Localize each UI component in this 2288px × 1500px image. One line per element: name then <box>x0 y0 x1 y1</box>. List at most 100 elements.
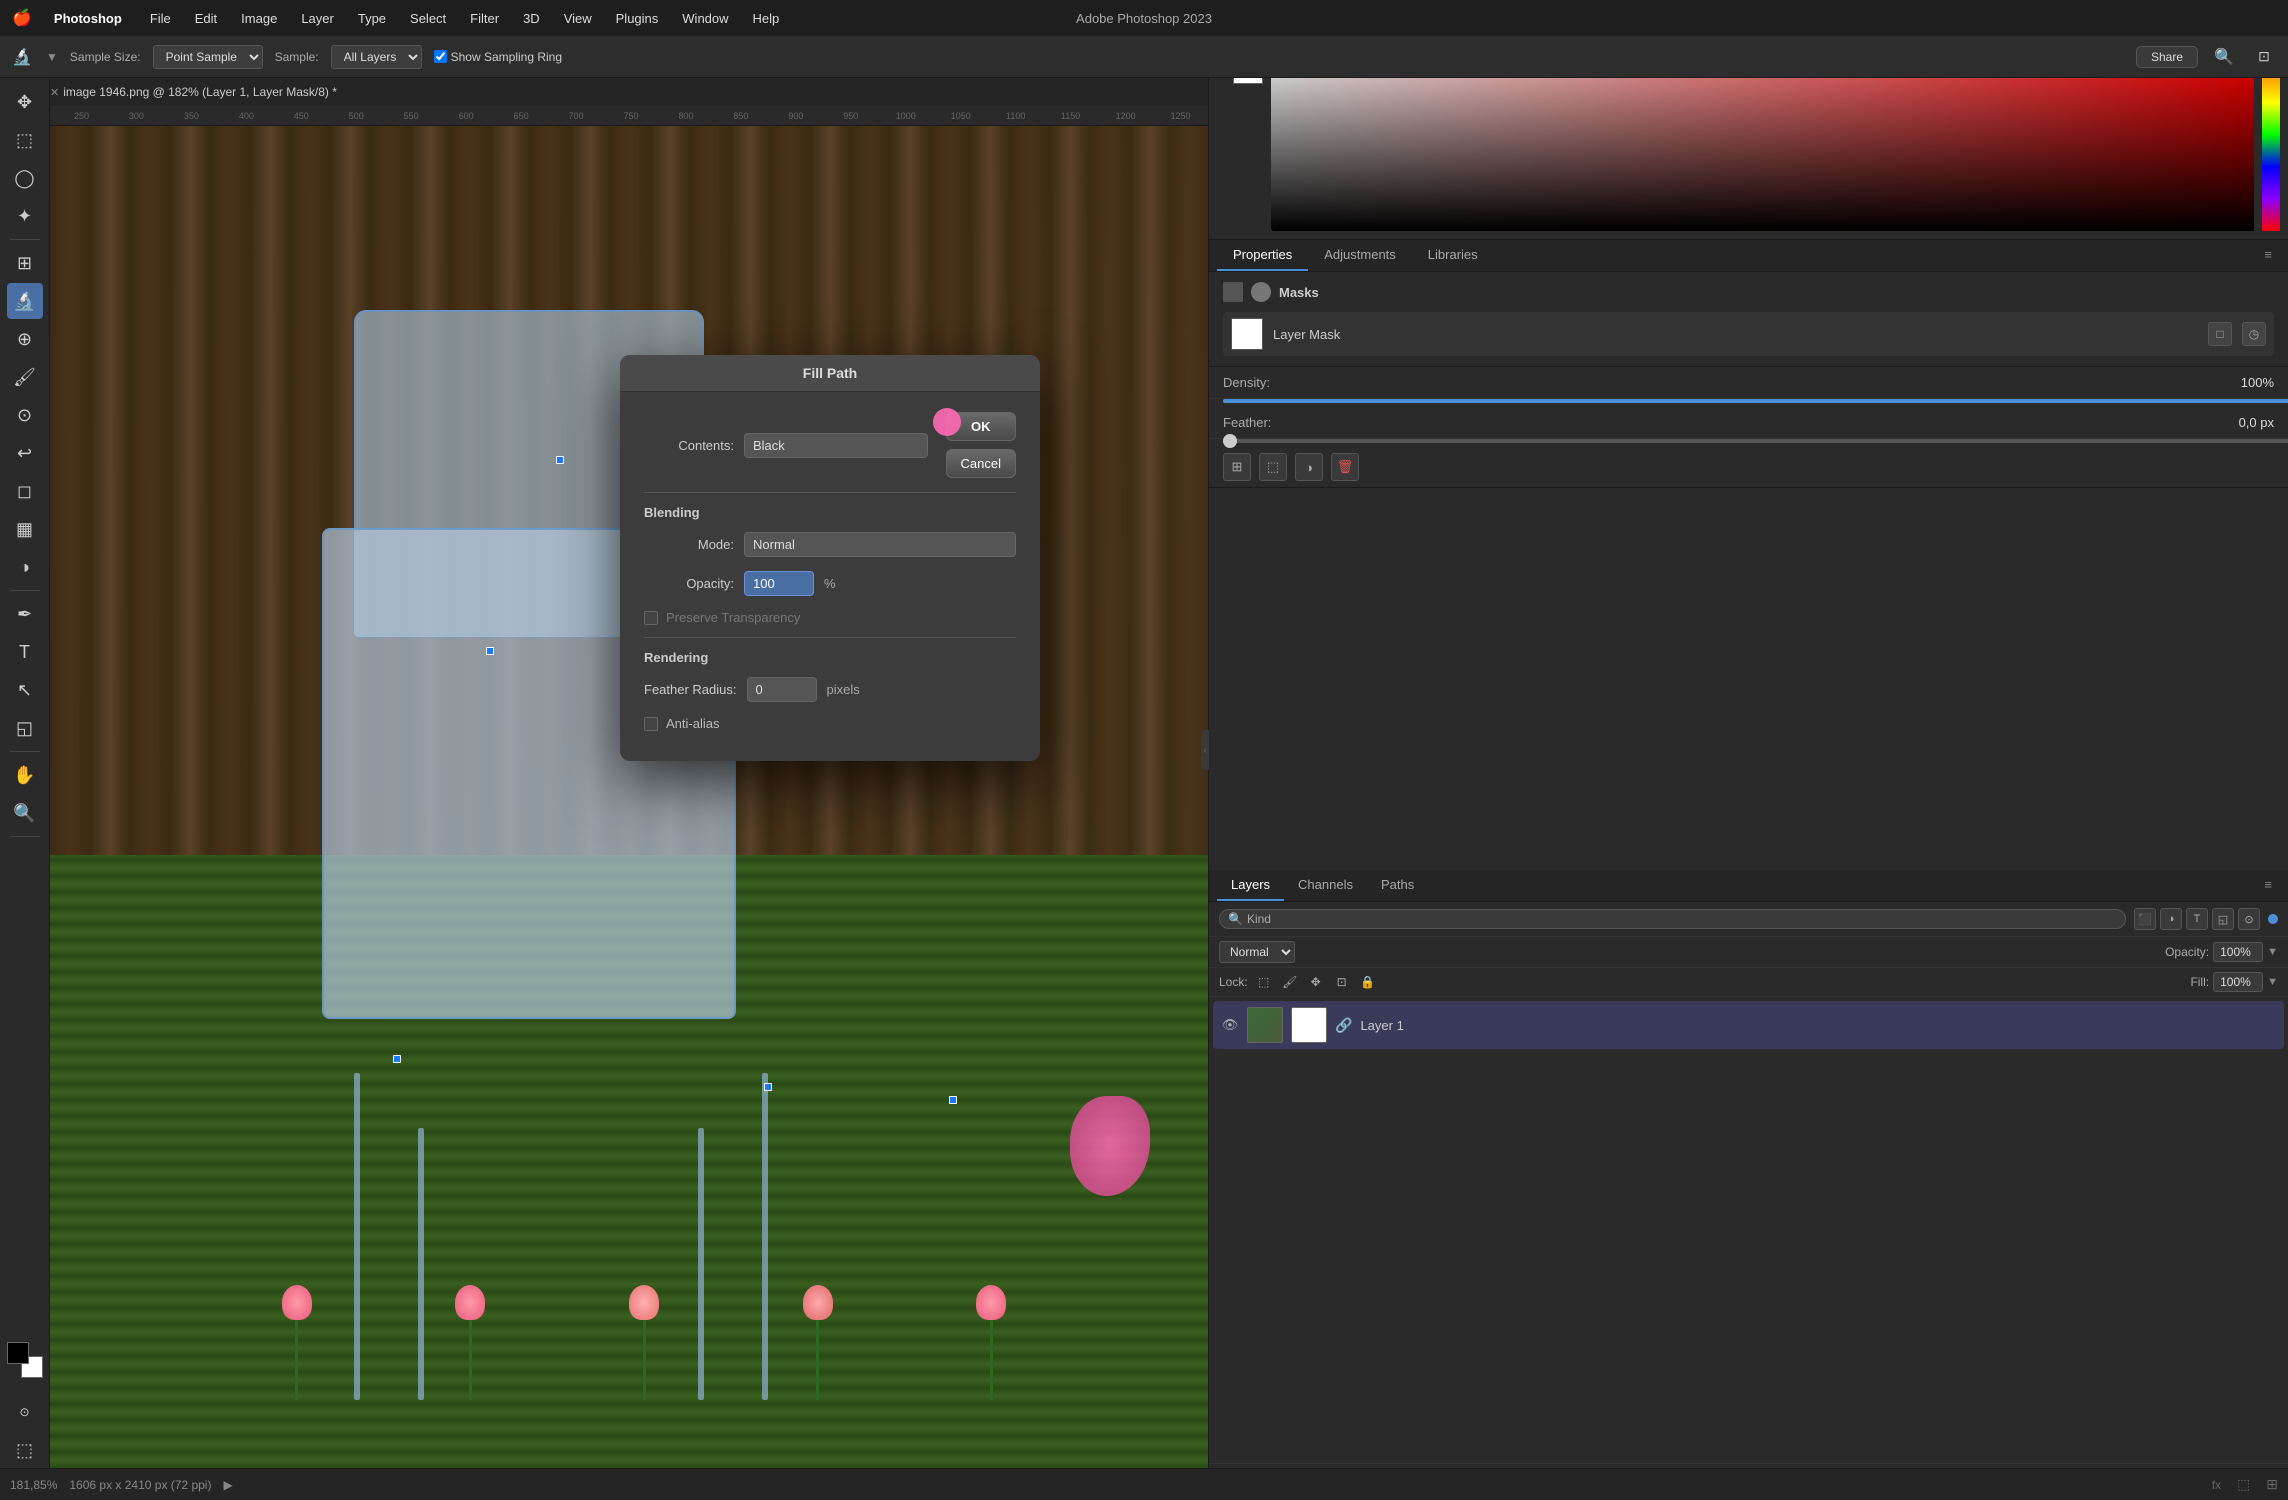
sample-size-select[interactable]: Point Sample <box>153 45 263 69</box>
status-bar-more-icon[interactable]: ⊞ <box>2266 1476 2278 1493</box>
opacity-value[interactable]: 100% <box>2213 942 2263 962</box>
menu-select[interactable]: Select <box>400 9 456 28</box>
lasso-tool[interactable]: ◯ <box>7 160 43 196</box>
menu-window[interactable]: Window <box>672 9 738 28</box>
menu-layer[interactable]: Layer <box>291 9 344 28</box>
path-point[interactable] <box>556 456 564 464</box>
tab-properties[interactable]: Properties <box>1217 240 1308 271</box>
move-tool[interactable]: ✥ <box>7 84 43 120</box>
menu-image[interactable]: Image <box>231 9 287 28</box>
eyedropper-tool-icon[interactable]: 🔬 <box>10 45 34 69</box>
cancel-button[interactable]: Cancel <box>946 449 1016 478</box>
ok-button[interactable]: OK <box>946 412 1016 441</box>
pen-tool[interactable]: ✒ <box>7 596 43 632</box>
status-bar-arrow[interactable]: ▶ <box>223 1478 232 1492</box>
mask-btn-1[interactable]: □ <box>2208 322 2232 346</box>
tab-libraries[interactable]: Libraries <box>1412 240 1494 271</box>
layer-visibility-icon[interactable]: 👁 <box>1221 1016 1239 1034</box>
menu-photoshop[interactable]: Photoshop <box>44 9 132 28</box>
lock-transparency-icon[interactable]: ⬚ <box>1254 972 1274 992</box>
quick-mask-btn[interactable]: ⊙ <box>7 1394 43 1430</box>
path-selection-tool[interactable]: ↖ <box>7 672 43 708</box>
search-icon[interactable]: 🔍 <box>2210 43 2238 71</box>
panel-collapse-handle[interactable]: ‹ <box>1201 730 1209 770</box>
show-sampling-ring-checkbox[interactable]: Show Sampling Ring <box>434 50 562 64</box>
tab-paths[interactable]: Paths <box>1367 870 1428 901</box>
preserve-transparency-checkbox[interactable] <box>644 611 658 625</box>
menu-filter[interactable]: Filter <box>460 9 509 28</box>
layers-list[interactable]: 👁 🔗 Layer 1 <box>1209 997 2288 1463</box>
filter-shape-icon[interactable]: ◱ <box>2212 908 2234 930</box>
path-point[interactable] <box>393 1055 401 1063</box>
blend-mode-select[interactable]: Normal Multiply Screen Overlay <box>1219 941 1295 963</box>
eyedropper-tool[interactable]: 🔬 <box>7 283 43 319</box>
layer-link-icon[interactable]: 🔗 <box>1335 1017 1352 1034</box>
workspace-icon[interactable]: ⊡ <box>2250 43 2278 71</box>
tab-channels[interactable]: Channels <box>1284 870 1367 901</box>
menu-type[interactable]: Type <box>348 9 396 28</box>
opacity-input[interactable] <box>744 571 814 596</box>
menu-3d[interactable]: 3D <box>513 9 550 28</box>
lock-all-icon[interactable]: 🔒 <box>1358 972 1378 992</box>
lock-position-icon[interactable]: ✥ <box>1306 972 1326 992</box>
share-button[interactable]: Share <box>2136 46 2198 68</box>
status-bar-extra-icons[interactable]: fx <box>2212 1478 2221 1492</box>
healing-brush-tool[interactable]: ⊕ <box>7 321 43 357</box>
lock-image-icon[interactable]: 🖌 <box>1280 972 1300 992</box>
menu-plugins[interactable]: Plugins <box>606 9 669 28</box>
status-bar-layer-icon[interactable]: ⬚ <box>2237 1476 2250 1493</box>
crop-tool[interactable]: ⊞ <box>7 245 43 281</box>
screen-mode-btn[interactable]: ⬚ <box>7 1432 43 1468</box>
canvas-image[interactable] <box>50 106 1208 1468</box>
menu-help[interactable]: Help <box>743 9 790 28</box>
lock-artboard-icon[interactable]: ⊡ <box>1332 972 1352 992</box>
layers-search[interactable]: 🔍 Kind <box>1219 909 2126 929</box>
shape-tool[interactable]: ◱ <box>7 710 43 746</box>
gradient-tool[interactable]: ▦ <box>7 511 43 547</box>
mask-invert-icon[interactable]: ◑ <box>1295 453 1323 481</box>
feather-input[interactable] <box>747 677 817 702</box>
density-slider[interactable] <box>1223 399 2288 403</box>
canvas-area[interactable] <box>50 106 1208 1468</box>
mask-selection-from-icon[interactable]: ⊞ <box>1223 453 1251 481</box>
opacity-dropdown-icon[interactable]: ▼ <box>2267 946 2278 958</box>
filter-type-icon[interactable]: T <box>2186 908 2208 930</box>
tab-close-icon[interactable]: ✕ <box>50 86 59 99</box>
foreground-background-colors[interactable] <box>7 1342 43 1378</box>
hand-tool[interactable]: ✋ <box>7 757 43 793</box>
mode-select[interactable]: Normal Multiply Screen Overlay <box>744 532 1016 557</box>
filter-adjust-icon[interactable]: ◑ <box>2160 908 2182 930</box>
dodge-tool[interactable]: ◑ <box>7 549 43 585</box>
feather-slider[interactable] <box>1223 439 2288 443</box>
apple-menu[interactable]: 🍎 <box>12 8 32 28</box>
path-point[interactable] <box>949 1096 957 1104</box>
mask-delete-icon[interactable]: 🗑 <box>1331 453 1359 481</box>
path-point[interactable] <box>486 647 494 655</box>
eraser-tool[interactable]: ◻ <box>7 473 43 509</box>
menu-edit[interactable]: Edit <box>185 9 227 28</box>
filter-pixel-icon[interactable]: ⬛ <box>2134 908 2156 930</box>
fill-dropdown-icon[interactable]: ▼ <box>2267 976 2278 988</box>
sample-select[interactable]: All Layers <box>331 45 422 69</box>
foreground-color-swatch[interactable] <box>7 1342 29 1364</box>
layer-row[interactable]: 👁 🔗 Layer 1 <box>1213 1001 2284 1049</box>
antialias-checkbox[interactable] <box>644 717 658 731</box>
tab-layers[interactable]: Layers <box>1217 870 1284 901</box>
layers-panel-menu-icon[interactable]: ≡ <box>2256 870 2280 901</box>
feather-slider-thumb[interactable] <box>1223 434 1237 448</box>
menu-file[interactable]: File <box>140 9 181 28</box>
clone-stamp-tool[interactable]: ⊙ <box>7 397 43 433</box>
mask-btn-2[interactable]: ◷ <box>2242 322 2266 346</box>
filter-toggle-dot[interactable] <box>2268 914 2278 924</box>
path-point[interactable] <box>764 1083 772 1091</box>
history-brush-tool[interactable]: ↩ <box>7 435 43 471</box>
fill-value[interactable]: 100% <box>2213 972 2263 992</box>
contents-select[interactable]: Black White Color... Background Color Fo… <box>744 433 928 458</box>
zoom-tool[interactable]: 🔍 <box>7 795 43 831</box>
mask-apply-to-selection-icon[interactable]: ⬚ <box>1259 453 1287 481</box>
text-tool[interactable]: T <box>7 634 43 670</box>
filter-smart-icon[interactable]: ⊙ <box>2238 908 2260 930</box>
magic-wand-tool[interactable]: ✦ <box>7 198 43 234</box>
menu-view[interactable]: View <box>554 9 602 28</box>
brush-tool[interactable]: 🖌 <box>7 359 43 395</box>
